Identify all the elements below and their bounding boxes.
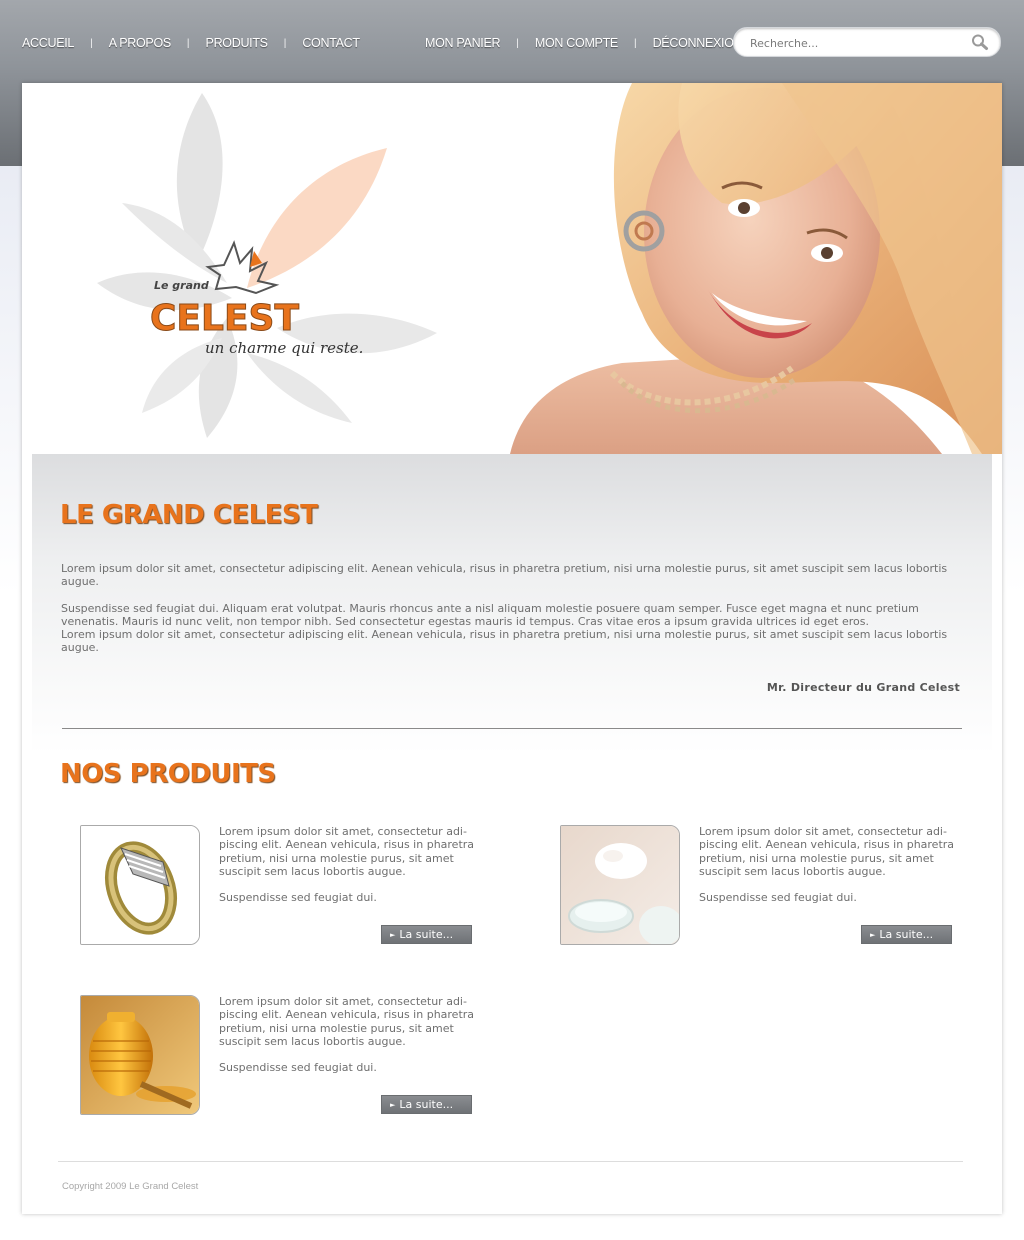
products-title: NOS PRODUITS xyxy=(60,759,276,789)
copyright-text: Copyright 2009 Le Grand Celest xyxy=(62,1181,199,1192)
product-image-honey[interactable] xyxy=(80,995,200,1115)
nav-mon-panier[interactable]: MON PANIER xyxy=(425,36,501,50)
product-description: Lorem ipsum dolor sit amet, consectetur … xyxy=(219,825,489,904)
model-portrait xyxy=(510,83,1002,454)
footer-divider xyxy=(58,1161,963,1162)
director-signature: Mr. Directeur du Grand Celest xyxy=(766,681,960,694)
search-input[interactable] xyxy=(748,33,962,53)
product-short-text: Suspendisse sed feugiat dui. xyxy=(219,1061,377,1075)
product-text: Lorem ipsum dolor sit amet, consectetur … xyxy=(219,995,475,1048)
read-more-label: La suite... xyxy=(399,928,454,941)
arrow-right-icon: ► xyxy=(390,931,396,939)
hero-artwork: Le grand CELEST un charme qui reste. xyxy=(97,83,1002,454)
product-description: Lorem ipsum dolor sit amet, consectetur … xyxy=(699,825,969,904)
read-more-button[interactable]: ► La suite... xyxy=(381,925,472,944)
nav-contact[interactable]: CONTACT xyxy=(302,36,360,50)
read-more-label: La suite... xyxy=(399,1098,454,1111)
nav-accueil[interactable]: ACCUEIL xyxy=(22,36,74,50)
search-icon[interactable] xyxy=(970,33,990,51)
product-text: Lorem ipsum dolor sit amet, consectetur … xyxy=(219,825,475,878)
nav-separator: | xyxy=(516,37,519,49)
product-short-text: Suspendisse sed feugiat dui. xyxy=(219,891,377,905)
logo-big-text: CELEST xyxy=(150,298,299,339)
product-text: Lorem ipsum dolor sit amet, consectetur … xyxy=(699,825,955,878)
nav-separator: | xyxy=(90,37,93,49)
logo-tagline: un charme qui reste. xyxy=(205,339,363,357)
nav-produits[interactable]: PRODUITS xyxy=(206,36,268,50)
intro-title: LE GRAND CELEST xyxy=(60,500,318,530)
product-card: Lorem ipsum dolor sit amet, consectetur … xyxy=(80,825,500,945)
nav-deconnexion[interactable]: DÉCONNEXION xyxy=(653,36,743,50)
product-image-cream[interactable] xyxy=(560,825,680,945)
arrow-right-icon: ► xyxy=(390,1101,396,1109)
hero-banner: Le grand CELEST un charme qui reste. xyxy=(22,83,1002,454)
read-more-label: La suite... xyxy=(879,928,934,941)
product-card: Lorem ipsum dolor sit amet, consectetur … xyxy=(560,825,980,945)
search-box xyxy=(733,27,1001,57)
product-short-text: Suspendisse sed feugiat dui. xyxy=(699,891,857,905)
read-more-button[interactable]: ► La suite... xyxy=(381,1095,472,1114)
product-description: Lorem ipsum dolor sit amet, consectetur … xyxy=(219,995,489,1074)
nav-mon-compte[interactable]: MON COMPTE xyxy=(535,36,618,50)
read-more-button[interactable]: ► La suite... xyxy=(861,925,952,944)
main-nav: ACCUEIL | A PROPOS | PRODUITS | CONTACT xyxy=(22,35,360,51)
logo-small-text: Le grand xyxy=(154,279,209,292)
account-nav: MON PANIER | MON COMPTE | DÉCONNEXION xyxy=(425,35,743,51)
nav-separator: | xyxy=(633,37,637,49)
nav-a-propos[interactable]: A PROPOS xyxy=(109,36,172,50)
arrow-right-icon: ► xyxy=(870,931,876,939)
section-divider xyxy=(62,728,962,729)
nav-separator: | xyxy=(186,37,190,49)
intro-paragraph: Lorem ipsum dolor sit amet, consectetur … xyxy=(61,628,948,655)
nav-separator: | xyxy=(283,37,287,49)
intro-paragraph: Lorem ipsum dolor sit amet, consectetur … xyxy=(61,562,948,589)
product-image-ring[interactable] xyxy=(80,825,200,945)
product-card: Lorem ipsum dolor sit amet, consectetur … xyxy=(80,995,500,1115)
flower-decoration xyxy=(97,93,437,438)
intro-paragraph: Suspendisse sed feugiat dui. Aliquam era… xyxy=(61,602,919,629)
main-container: Le grand CELEST un charme qui reste. LE … xyxy=(22,83,1002,1214)
